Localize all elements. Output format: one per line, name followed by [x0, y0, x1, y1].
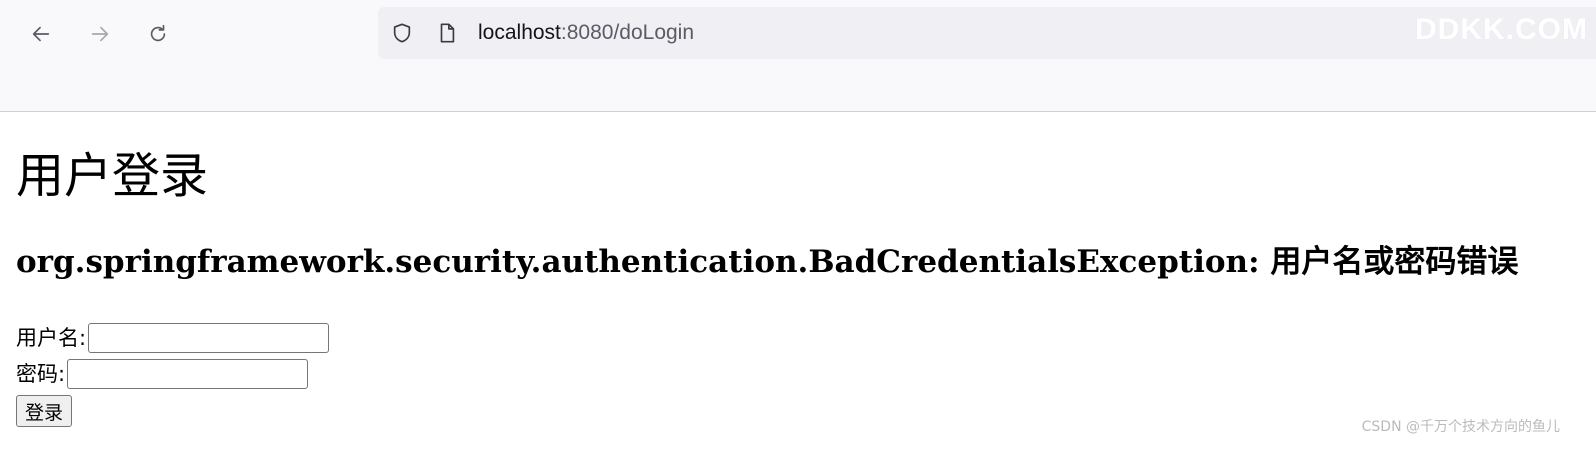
page-title: 用户登录 [16, 148, 209, 204]
username-row: 用户名: [16, 323, 330, 353]
password-label: 密码: [16, 362, 66, 386]
shield-icon[interactable] [391, 22, 413, 44]
arrow-right-icon [91, 26, 109, 42]
password-input[interactable] [67, 359, 309, 389]
url-host: localhost [478, 21, 561, 44]
error-message: org.springframework.security.authenticat… [16, 244, 1519, 280]
username-input[interactable] [88, 323, 330, 353]
url-path: :8080/doLogin [560, 21, 695, 44]
page-icon[interactable] [436, 22, 458, 44]
page-content: 用户登录 org.springframework.security.authen… [16, 112, 1596, 452]
arrow-left-icon [32, 26, 50, 42]
browser-toolbar: localhost:8080/doLogin DDKK.COM [0, 0, 1596, 112]
reload-icon [150, 24, 166, 42]
address-bar[interactable]: localhost:8080/doLogin DDKK.COM [378, 7, 1596, 59]
login-button[interactable]: 登录 [16, 395, 73, 427]
password-row: 密码: [16, 359, 309, 389]
back-button[interactable] [25, 18, 57, 50]
reload-button[interactable] [142, 18, 174, 50]
footer-watermark: CSDN @千万个技术方向的鱼儿 [1361, 419, 1560, 435]
url-text[interactable]: localhost:8080/doLogin [478, 20, 694, 46]
site-watermark: DDKK.COM [1415, 13, 1588, 46]
username-label: 用户名: [16, 326, 87, 350]
forward-button[interactable] [84, 18, 116, 50]
